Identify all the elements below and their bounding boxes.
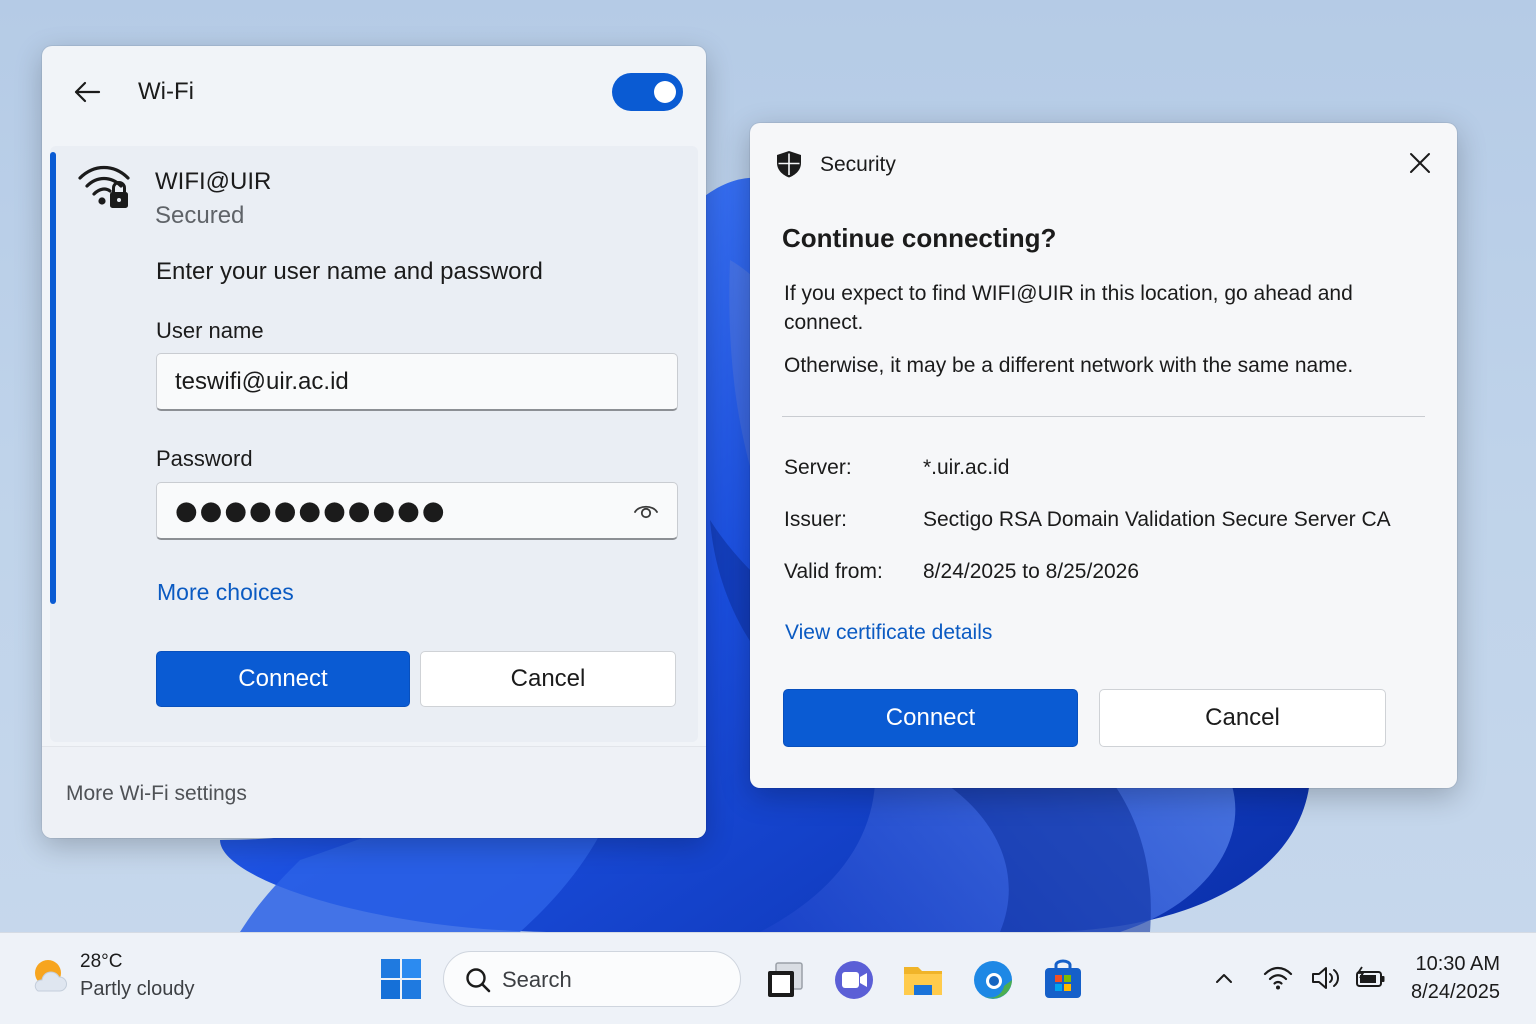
dialog-warning-message: Otherwise, it may be a different network… <box>784 354 1354 377</box>
file-explorer-icon[interactable] <box>902 959 944 1001</box>
network-name: WIFI@UIR <box>155 168 272 195</box>
dialog-title: Security <box>820 153 896 176</box>
network-card: WIFI@UIR Secured Enter your user name an… <box>50 146 698 742</box>
windows-start-icon[interactable] <box>380 958 422 1000</box>
more-wifi-settings-link[interactable]: More Wi-Fi settings <box>66 782 247 806</box>
weather-widget[interactable]: 28°C Partly cloudy <box>30 951 230 1007</box>
search-placeholder: Search <box>502 967 572 992</box>
back-button[interactable] <box>66 72 108 112</box>
network-status: Secured <box>155 202 245 229</box>
password-masked-value: ●●●●●●●●●●● <box>175 495 447 526</box>
wifi-icon[interactable] <box>1263 965 1293 991</box>
close-icon <box>1410 153 1430 173</box>
store-icon[interactable] <box>1042 959 1084 1001</box>
chevron-up-icon[interactable] <box>1211 967 1237 989</box>
clock-time: 10:30 AM <box>1415 953 1500 975</box>
dialog-cancel-button[interactable]: Cancel <box>1099 689 1386 747</box>
dialog-connect-button[interactable]: Connect <box>783 689 1078 747</box>
wifi-header: Wi-Fi <box>42 46 706 146</box>
close-button[interactable] <box>1402 145 1438 181</box>
selected-accent-bar <box>50 152 56 604</box>
wifi-footer: More Wi-Fi settings <box>42 746 706 838</box>
wifi-secured-icon <box>78 165 130 208</box>
teams-icon[interactable] <box>833 959 875 1001</box>
security-dialog: Security Continue connecting? If you exp… <box>750 123 1457 788</box>
toggle-knob <box>654 81 676 103</box>
validity-value: 8/24/2025 to 8/25/2026 <box>923 560 1140 583</box>
reveal-password-icon[interactable] <box>633 500 659 522</box>
issuer-label: Issuer: <box>784 508 848 531</box>
battery-charging-icon[interactable] <box>1354 965 1386 991</box>
dialog-heading: Continue connecting? <box>782 223 1057 253</box>
username-value: teswifi@uir.ac.id <box>175 367 349 395</box>
username-input[interactable]: teswifi@uir.ac.id <box>156 353 678 411</box>
back-arrow-icon <box>74 81 101 103</box>
cancel-button[interactable]: Cancel <box>420 651 676 707</box>
view-certificate-link[interactable]: View certificate details <box>785 621 992 645</box>
password-label: Password <box>156 446 253 471</box>
taskbar: 28°C Partly cloudy Search 10:30 AM 8/24/… <box>0 932 1536 1024</box>
clock[interactable]: 10:30 AM 8/24/2025 <box>1398 951 1510 1007</box>
dialog-message: If you expect to find WIFI@UIR in this l… <box>784 282 1353 334</box>
connect-button[interactable]: Connect <box>156 651 410 707</box>
wifi-flyout: Wi-Fi WIFI@UIR Secured Enter your user n… <box>42 46 706 838</box>
volume-icon[interactable] <box>1310 965 1342 991</box>
more-choices-link[interactable]: More choices <box>157 579 294 606</box>
taskbar-search[interactable]: Search <box>443 951 741 1007</box>
wifi-title: Wi-Fi <box>138 78 194 105</box>
shield-icon <box>777 151 801 178</box>
credentials-prompt: Enter your user name and password <box>156 258 543 285</box>
wifi-toggle[interactable] <box>612 73 683 111</box>
weather-description: Partly cloudy <box>80 978 195 1000</box>
task-view-icon[interactable] <box>764 959 806 1001</box>
server-value: *.uir.ac.id <box>923 456 1010 479</box>
divider <box>782 416 1425 417</box>
validity-label: Valid from: <box>784 560 883 583</box>
server-label: Server: <box>784 456 852 479</box>
password-input[interactable]: ●●●●●●●●●●● <box>156 482 678 540</box>
partly-cloudy-icon <box>34 960 67 992</box>
username-label: User name <box>156 318 264 343</box>
edge-icon[interactable] <box>972 959 1014 1001</box>
clock-date: 8/24/2025 <box>1411 981 1500 1003</box>
weather-temperature: 28°C <box>80 951 123 972</box>
search-icon <box>466 968 491 993</box>
issuer-value: Sectigo RSA Domain Validation Secure Ser… <box>923 508 1391 531</box>
